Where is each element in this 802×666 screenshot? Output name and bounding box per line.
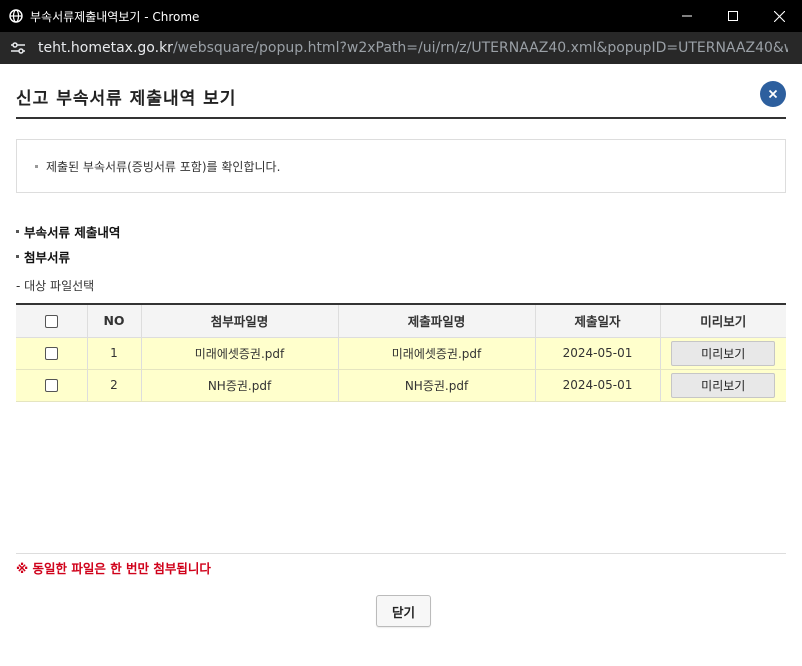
bullet-icon (35, 164, 38, 168)
globe-icon (8, 8, 24, 24)
bullet-icon (16, 230, 19, 233)
minimize-button[interactable] (664, 0, 710, 32)
table-header-row: NO 첨부파일명 제출파일명 제출일자 미리보기 (16, 303, 786, 338)
row-attach-file: NH증권.pdf (141, 369, 339, 402)
close-icon (773, 10, 785, 22)
select-all-checkbox[interactable] (44, 315, 58, 329)
row-submit-date: 2024-05-01 (535, 369, 661, 402)
row-submit-file: 미래에셋증권.pdf (338, 337, 536, 370)
warning-text: ※ 동일한 파일은 한 번만 첨부됩니다 (16, 561, 211, 576)
section-title: 첨부서류 (24, 250, 71, 265)
row-submit-file: NH증권.pdf (338, 369, 536, 402)
row-checkbox[interactable] (44, 347, 58, 360)
target-file-label: - 대상 파일선택 (16, 279, 95, 293)
site-settings-icon[interactable] (8, 38, 28, 58)
header-no: NO (87, 303, 142, 338)
attachment-table: NO 첨부파일명 제출파일명 제출일자 미리보기 1 미래에셋증권.pdf 미래… (16, 303, 786, 402)
section-heading-attachments: 첨부서류 (16, 247, 70, 266)
preview-button[interactable]: 미리보기 (671, 340, 776, 366)
select-all-cell (16, 303, 88, 338)
page-title: 신고 부속서류 제출내역 보기 (16, 89, 237, 109)
info-text: 제출된 부속서류(증빙서류 포함)를 확인합니다. (46, 159, 281, 174)
window-close-button[interactable] (756, 0, 802, 32)
section-heading-submission: 부속서류 제출내역 (16, 222, 120, 241)
row-no: 2 (87, 369, 142, 402)
popup-close-button[interactable] (760, 81, 786, 107)
address-bar[interactable]: teht.hometax.go.kr/websquare/popup.html?… (0, 32, 802, 64)
header-submit-file: 제출파일명 (338, 303, 536, 338)
row-attach-file: 미래에셋증권.pdf (141, 337, 339, 370)
footer-divider (16, 553, 786, 554)
window-titlebar: 부속서류제출내역보기 - Chrome (0, 0, 802, 32)
row-submit-date: 2024-05-01 (535, 337, 661, 370)
maximize-icon (728, 11, 738, 21)
close-icon (768, 89, 778, 99)
row-checkbox[interactable] (44, 379, 58, 392)
preview-button[interactable]: 미리보기 (671, 372, 776, 398)
info-box: 제출된 부속서류(증빙서류 포함)를 확인합니다. (16, 139, 786, 193)
popup-content: 신고 부속서류 제출내역 보기 제출된 부속서류(증빙서류 포함)를 확인합니다… (0, 64, 802, 666)
close-button[interactable]: 닫기 (376, 595, 431, 627)
window-title: 부속서류제출내역보기 - Chrome (30, 9, 200, 24)
row-no: 1 (87, 337, 142, 370)
header-attach-file: 첨부파일명 (141, 303, 339, 338)
header-preview: 미리보기 (660, 303, 786, 338)
section-title: 부속서류 제출내역 (24, 225, 121, 240)
minimize-icon (682, 15, 692, 17)
maximize-button[interactable] (710, 0, 756, 32)
bullet-icon (16, 255, 19, 258)
url-path: /websquare/popup.html?w2xPath=/ui/rn/z/U… (172, 40, 788, 56)
header-submit-date: 제출일자 (535, 303, 661, 338)
title-divider (16, 117, 786, 119)
table-row: 2 NH증권.pdf NH증권.pdf 2024-05-01 미리보기 (16, 369, 786, 402)
url-text[interactable]: teht.hometax.go.kr/websquare/popup.html?… (38, 40, 788, 56)
table-row: 1 미래에셋증권.pdf 미래에셋증권.pdf 2024-05-01 미리보기 (16, 337, 786, 370)
url-host: teht.hometax.go.kr (38, 40, 173, 56)
